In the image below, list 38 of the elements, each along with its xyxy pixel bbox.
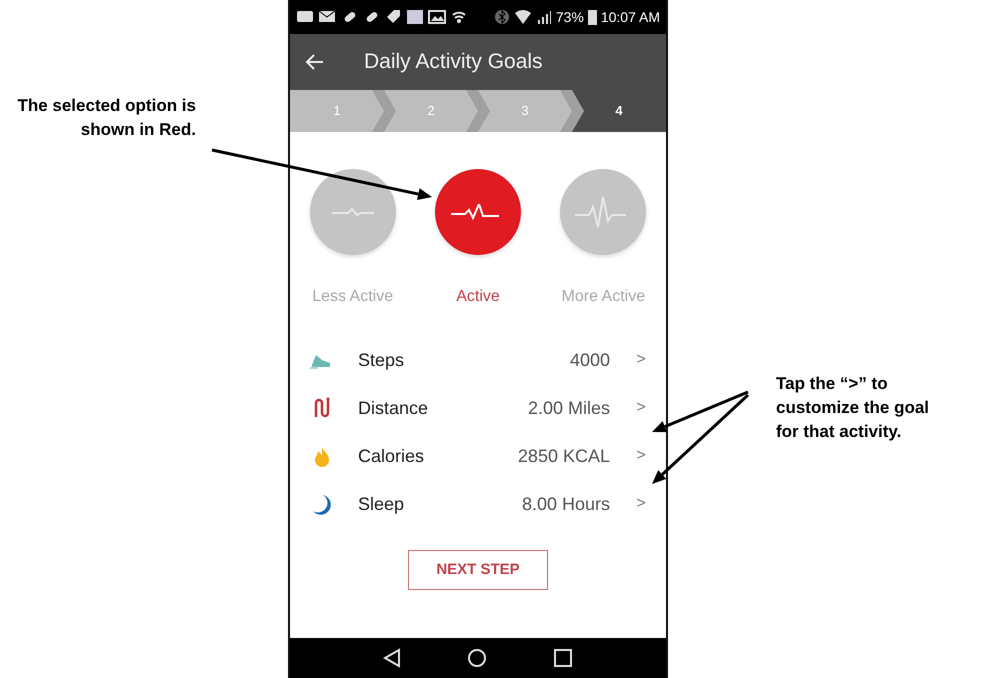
goal-name: Distance: [358, 396, 430, 420]
chevron-icon: >: [634, 444, 648, 468]
recents-icon[interactable]: [553, 648, 573, 668]
step-tab[interactable]: 4: [572, 90, 666, 132]
option-label: More Active: [562, 287, 646, 307]
bluetooth-icon: [494, 8, 510, 26]
pulse-icon: [331, 207, 374, 217]
option-label: Less Active: [312, 287, 394, 307]
goal-value: 8.00 Hours: [522, 492, 610, 516]
goal-row[interactable]: Steps 4000 >: [310, 336, 648, 384]
annotation-text: Tap the “>” to customize the goal for that activity.: [776, 373, 930, 443]
app-icon: [406, 8, 424, 26]
goal-value: 4000: [570, 348, 610, 372]
goal-row[interactable]: Calories 2850 KCAL >: [310, 432, 648, 480]
option-label: Active: [456, 287, 500, 307]
goal-row[interactable]: Sleep 8.00 Hours >: [310, 480, 648, 528]
battery-icon: [588, 9, 597, 25]
goal-name: Sleep: [358, 492, 406, 516]
goal-name: Calories: [358, 444, 426, 468]
back-icon[interactable]: [383, 648, 401, 668]
status-time: 10:07 AM: [600, 8, 660, 26]
image-icon: [428, 8, 446, 26]
goal-row[interactable]: Distance 2.00 Miles >: [310, 384, 648, 432]
goal-value: 2.00 Miles: [528, 396, 610, 420]
home-icon[interactable]: [467, 648, 487, 668]
wifi-icon: [514, 9, 532, 25]
goal-value: 2850 KCAL: [518, 444, 610, 468]
goal-name: Steps: [358, 348, 406, 372]
annotation-text: The selected option is shown in Red.: [16, 95, 196, 141]
battery-percent: 73%: [556, 8, 584, 26]
activity-option[interactable]: [310, 169, 396, 255]
chevron-icon: >: [634, 348, 648, 372]
next-step-button[interactable]: NEXT STEP: [408, 550, 548, 590]
chevron-icon: >: [634, 396, 648, 420]
chevron-icon: >: [634, 492, 648, 516]
signal-icon: [536, 9, 552, 25]
back-arrow-icon[interactable]: [304, 53, 324, 71]
screen-title: Daily Activity Goals: [364, 49, 543, 76]
